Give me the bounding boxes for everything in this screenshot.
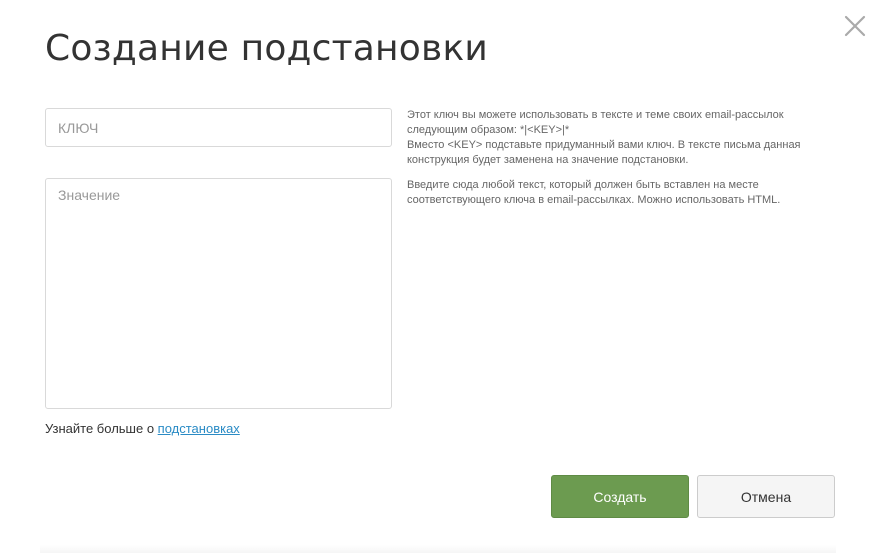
create-button[interactable]: Создать [551, 475, 689, 518]
value-hint: Введите сюда любой текст, который должен… [407, 178, 832, 208]
learn-more-text: Узнайте больше о подстановках [45, 421, 240, 436]
key-hint-usage: Этот ключ вы можете использовать в текст… [407, 109, 784, 136]
dialog-title: Создание подстановки [45, 28, 488, 69]
cancel-button[interactable]: Отмена [697, 475, 835, 518]
create-button-label: Создать [593, 488, 647, 505]
dialog-bottom-shadow [40, 545, 836, 553]
create-substitution-dialog: Создание подстановки Этот ключ вы можете… [0, 0, 876, 553]
close-icon [844, 15, 866, 37]
key-hint: Этот ключ вы можете использовать в текст… [407, 108, 832, 168]
value-hint-text: Введите сюда любой текст, который должен… [407, 179, 781, 206]
close-button[interactable] [843, 14, 867, 38]
substitutions-link[interactable]: подстановках [158, 421, 240, 436]
key-input[interactable] [45, 108, 392, 147]
key-hint-replace: Вместо <KEY> подставьте придуманный вами… [407, 139, 801, 166]
cancel-button-label: Отмена [740, 488, 792, 505]
learn-more-prefix: Узнайте больше о [45, 421, 158, 436]
value-textarea[interactable] [45, 178, 392, 409]
